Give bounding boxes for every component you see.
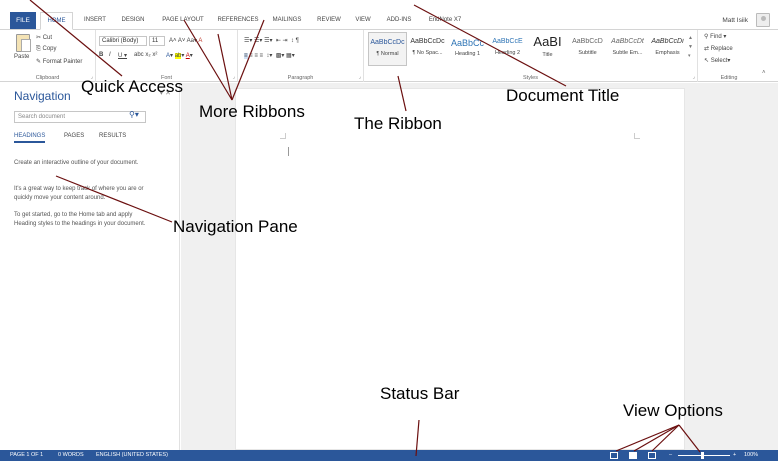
zoom-slider[interactable] (678, 455, 730, 456)
language-status[interactable]: ENGLISH (UNITED STATES) (96, 450, 168, 461)
ribbon: Paste ✂ Cut ⎘ Copy ✎ Format Painter Clip… (0, 30, 778, 82)
nav-help-text-1: Create an interactive outline of your do… (14, 160, 139, 166)
callout-quick-access: Quick Access (81, 77, 184, 96)
styles-label: Styles (523, 75, 538, 81)
font-launcher-icon[interactable]: ⌟ (233, 74, 235, 80)
find-button[interactable]: ⚲ Find ▾ (704, 33, 726, 40)
tab-page-layout[interactable]: PAGE LAYOUT (156, 12, 210, 29)
tab-mailings[interactable]: MAILINGS (266, 12, 308, 29)
callout-more-ribbons: More Ribbons (199, 102, 305, 121)
margin-mark (634, 133, 640, 139)
nav-help-text-2: It's a great way to keep track of where … (14, 186, 144, 201)
underline-button[interactable]: U ▾ (118, 52, 127, 59)
margin-mark (280, 133, 286, 139)
tab-endnote[interactable]: EndNote X7 (422, 12, 468, 29)
italic-button[interactable]: I (109, 52, 111, 58)
callout-view-options: View Options (623, 401, 723, 420)
style-heading-1[interactable]: AaBbCc Heading 1 (448, 32, 487, 66)
styles-scroll-icon[interactable]: ▲ ▼ ▾ (688, 34, 693, 61)
styles-launcher-icon[interactable]: ⌟ (693, 74, 695, 80)
paragraph-label: Paragraph (287, 75, 314, 81)
web-layout-icon[interactable] (648, 452, 656, 459)
font-name-field[interactable]: Calibri (Body) (99, 36, 147, 46)
word-window: FILE HOME INSERT DESIGN PAGE LAYOUT REFE… (0, 0, 778, 474)
zoom-level[interactable]: 100% (744, 450, 758, 461)
tab-references[interactable]: REFERENCES (214, 12, 262, 29)
paragraph-group: ☰▾ ☰▾ ☰▾ ⇤ ⇥ ↕ ¶ ≡ ≡ ≡ ≡ ↕▾ ▩▾ ▦▾ Paragr… (238, 30, 364, 82)
list-buttons[interactable]: ☰▾ ☰▾ ☰▾ ⇤ ⇥ ↕ ¶ (244, 37, 299, 44)
text-effects-button[interactable]: A▾ ab▾ A▾ (166, 52, 193, 59)
format-painter-button[interactable]: ✎ Format Painter (36, 58, 82, 65)
binoculars-icon: ⚲ (704, 34, 709, 40)
search-icon[interactable]: ⚲▾ (129, 110, 139, 119)
cursor-icon: ↖ (704, 58, 710, 64)
paste-button[interactable]: Paste (14, 54, 29, 60)
copy-button[interactable]: ⎘ Copy (36, 46, 57, 53)
style-subtitle[interactable]: AaBbCcD Subtitle (568, 32, 607, 66)
zoom-in-icon[interactable]: + (733, 450, 736, 461)
editing-group: ⚲ Find ▾ ⇄ Replace ↖ Select▾ Editing (698, 30, 760, 82)
word-count[interactable]: 0 WORDS (58, 450, 84, 461)
tab-home[interactable]: HOME (40, 12, 73, 30)
navigation-title: Navigation (14, 89, 71, 103)
font-group: Calibri (Body) 11 A˄ A˅ Aa▾ A B I U ▾ ab… (96, 30, 238, 82)
bold-button[interactable]: B (99, 52, 103, 58)
callout-the-ribbon: The Ribbon (354, 114, 442, 133)
tab-add-ins[interactable]: ADD-INS (380, 12, 418, 29)
editing-label: Editing (720, 75, 738, 81)
callout-status-bar: Status Bar (380, 384, 460, 403)
style-emphasis[interactable]: AaBbCcDi Emphasis (648, 32, 687, 66)
navigation-pane: Navigation ▾ ✕ Search document ⚲▾ HEADIN… (0, 83, 180, 450)
callout-document-title: Document Title (506, 86, 620, 105)
cut-button[interactable]: ✂ Cut (36, 34, 52, 41)
select-button[interactable]: ↖ Select▾ (704, 57, 730, 64)
paragraph-launcher-icon[interactable]: ⌟ (359, 74, 361, 80)
collapse-ribbon-icon[interactable]: ˄ (762, 70, 766, 76)
style-normal[interactable]: AaBbCcDc ¶ Normal (368, 32, 407, 66)
font-size-field[interactable]: 11 (149, 36, 165, 46)
user-name[interactable]: Matt Isiik (722, 12, 748, 29)
ribbon-tab-bar: FILE HOME INSERT DESIGN PAGE LAYOUT REFE… (0, 12, 778, 30)
status-bar: PAGE 1 OF 1 0 WORDS ENGLISH (UNITED STAT… (0, 450, 778, 461)
clipboard-group: Paste ✂ Cut ⎘ Copy ✎ Format Painter Clip… (0, 30, 96, 82)
style-heading-2[interactable]: AaBbCcE Heading 2 (488, 32, 527, 66)
brush-icon: ✎ (36, 59, 42, 65)
zoom-out-icon[interactable]: – (669, 450, 672, 461)
replace-icon: ⇄ (704, 46, 710, 52)
text-cursor (288, 147, 289, 156)
tab-pages[interactable]: PAGES (64, 133, 84, 139)
copy-icon: ⎘ (36, 46, 41, 52)
print-layout-icon[interactable] (629, 452, 637, 459)
tab-results[interactable]: RESULTS (99, 133, 126, 139)
tab-insert[interactable]: INSERT (78, 12, 112, 29)
tab-review[interactable]: REVIEW (312, 12, 346, 29)
callout-navigation-pane: Navigation Pane (173, 217, 298, 236)
styles-group: AaBbCcDc ¶ Normal AaBbCcDc ¶ No Spac... Aa… (364, 30, 698, 82)
page-count[interactable]: PAGE 1 OF 1 (10, 450, 43, 461)
strike-sub-super-buttons[interactable]: abc x₂ x² (134, 52, 157, 58)
style-title[interactable]: AaBI Title (528, 32, 567, 66)
scissors-icon: ✂ (36, 35, 42, 41)
zoom-slider-thumb[interactable] (701, 452, 704, 459)
alignment-buttons[interactable]: ≡ ≡ ≡ ≡ ↕▾ ▩▾ ▦▾ (244, 52, 295, 59)
paste-icon[interactable] (16, 34, 31, 52)
tab-design[interactable]: DESIGN (116, 12, 150, 29)
tab-file[interactable]: FILE (10, 12, 36, 29)
style-no-spacing[interactable]: AaBbCcDc ¶ No Spac... (408, 32, 447, 66)
style-subtle-emphasis[interactable]: AaBbCcDt Subtle Em... (608, 32, 647, 66)
document-page[interactable] (235, 88, 685, 450)
search-input[interactable]: Search document (14, 111, 146, 123)
tab-headings[interactable]: HEADINGS (14, 133, 46, 143)
avatar[interactable] (756, 13, 770, 27)
grow-shrink-font-buttons[interactable]: A˄ A˅ Aa▾ A (169, 37, 202, 44)
document-area (181, 83, 778, 450)
replace-button[interactable]: ⇄ Replace (704, 45, 733, 52)
read-mode-icon[interactable] (610, 452, 618, 459)
tab-view[interactable]: VIEW (350, 12, 376, 29)
nav-help-text-3: To get started, go to the Home tab and a… (14, 212, 146, 227)
